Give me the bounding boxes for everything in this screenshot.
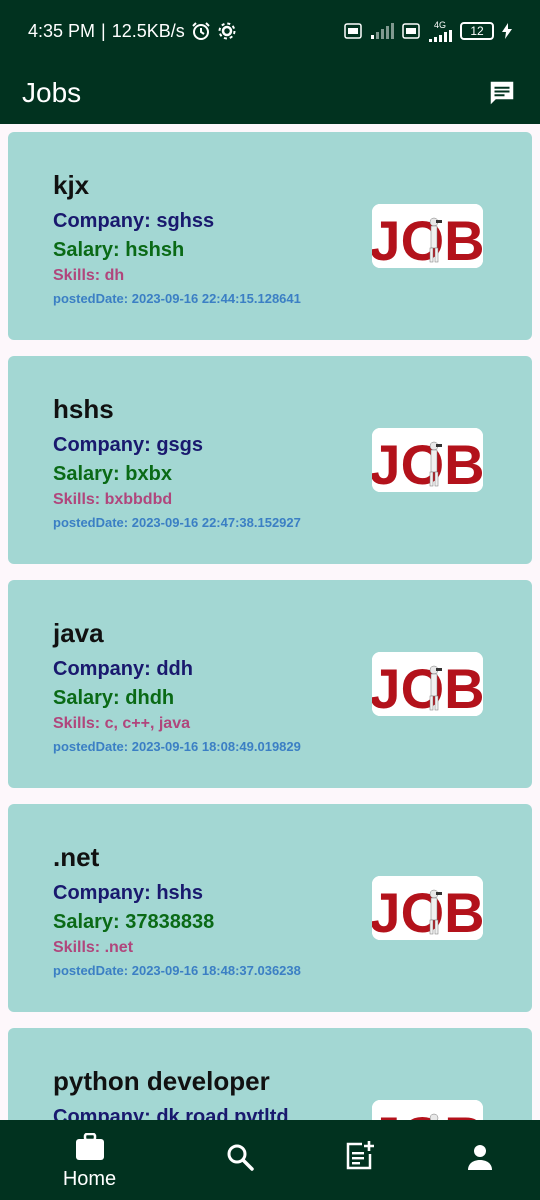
nav-post-job[interactable]: [292, 1120, 427, 1200]
job-skills: Skills: bxbbdbd: [53, 491, 173, 508]
job-title: hshs: [53, 394, 114, 424]
post-add-icon: [345, 1140, 375, 1170]
signal-1-icon: [370, 23, 394, 39]
job-card[interactable]: python developer Company: dk road pvtltd…: [8, 1028, 532, 1120]
status-bar: 4:35 PM | 12.5KB/s 4G 12: [0, 0, 540, 62]
person-icon: [467, 1142, 493, 1172]
job-image-text: JOB: [372, 657, 483, 716]
network-type: 4G: [433, 19, 446, 30]
job-posted-date: postedDate: 2023-09-16 22:47:38.152927: [53, 515, 301, 530]
briefcase-icon: [75, 1132, 105, 1162]
job-title: .net: [53, 842, 100, 872]
job-title: kjx: [53, 170, 90, 200]
job-company: Company: dk road pvtltd: [53, 1106, 289, 1120]
alarm-icon: [191, 21, 211, 41]
job-image: JOB: [372, 876, 483, 940]
bottom-navigation: Home: [0, 1120, 540, 1200]
page-title: Jobs: [22, 77, 82, 108]
battery-icon: 12: [460, 22, 494, 40]
job-posted-date: postedDate: 2023-09-16 22:44:15.128641: [53, 291, 301, 306]
job-image: JOB: [372, 1100, 483, 1120]
job-card[interactable]: kjx Company: sghss Salary: hshsh Skills:…: [8, 132, 532, 340]
job-salary: Salary: bxbx: [53, 463, 172, 485]
search-icon: [226, 1142, 254, 1172]
settings-icon: [217, 21, 237, 41]
charging-icon: [502, 23, 512, 39]
job-image: JOB: [372, 428, 483, 492]
job-image-text: JOB: [372, 881, 483, 940]
battery-level: 12: [460, 22, 494, 40]
signal-2-icon: 4G: [428, 19, 452, 42]
job-skills: Skills: .net: [53, 939, 134, 956]
job-posted-date: postedDate: 2023-09-16 18:08:49.019829: [53, 739, 301, 754]
job-company: Company: gsgs: [53, 434, 204, 456]
job-card[interactable]: java Company: ddh Salary: dhdh Skills: c…: [8, 580, 532, 788]
job-company: Company: hshs: [53, 882, 204, 904]
status-time: 4:35 PM: [28, 20, 96, 41]
nav-search[interactable]: [172, 1120, 307, 1200]
job-salary: Salary: 37838838: [53, 911, 215, 933]
job-card[interactable]: .net Company: hshs Salary: 37838838 Skil…: [8, 804, 532, 1012]
status-speed: 12.5KB/s: [111, 20, 185, 41]
app-bar: Jobs: [0, 62, 540, 124]
volte-icon: [344, 23, 362, 39]
volte-icon-2: [402, 23, 420, 39]
job-image: JOB: [372, 652, 483, 716]
job-salary: Salary: dhdh: [53, 687, 175, 709]
job-skills: Skills: dh: [53, 267, 125, 284]
job-company: Company: sghss: [53, 210, 215, 232]
job-company: Company: ddh: [53, 658, 193, 680]
job-salary: Salary: hshsh: [53, 239, 185, 261]
job-title: python developer: [53, 1066, 270, 1096]
job-image: JOB: [372, 204, 483, 268]
nav-home[interactable]: Home: [22, 1120, 157, 1200]
nav-profile[interactable]: [412, 1120, 540, 1200]
chat-icon[interactable]: [486, 77, 518, 109]
job-skills: Skills: c, c++, java: [53, 715, 190, 732]
job-image-text: JOB: [372, 209, 483, 268]
job-image-text: JOB: [372, 433, 483, 492]
job-image-text: JOB: [372, 1105, 483, 1120]
job-list[interactable]: kjx Company: sghss Salary: hshsh Skills:…: [0, 124, 540, 1120]
job-posted-date: postedDate: 2023-09-16 18:48:37.036238: [53, 963, 301, 978]
job-card[interactable]: hshs Company: gsgs Salary: bxbx Skills: …: [8, 356, 532, 564]
nav-home-label: Home: [62, 1168, 117, 1190]
job-title: java: [53, 618, 104, 648]
